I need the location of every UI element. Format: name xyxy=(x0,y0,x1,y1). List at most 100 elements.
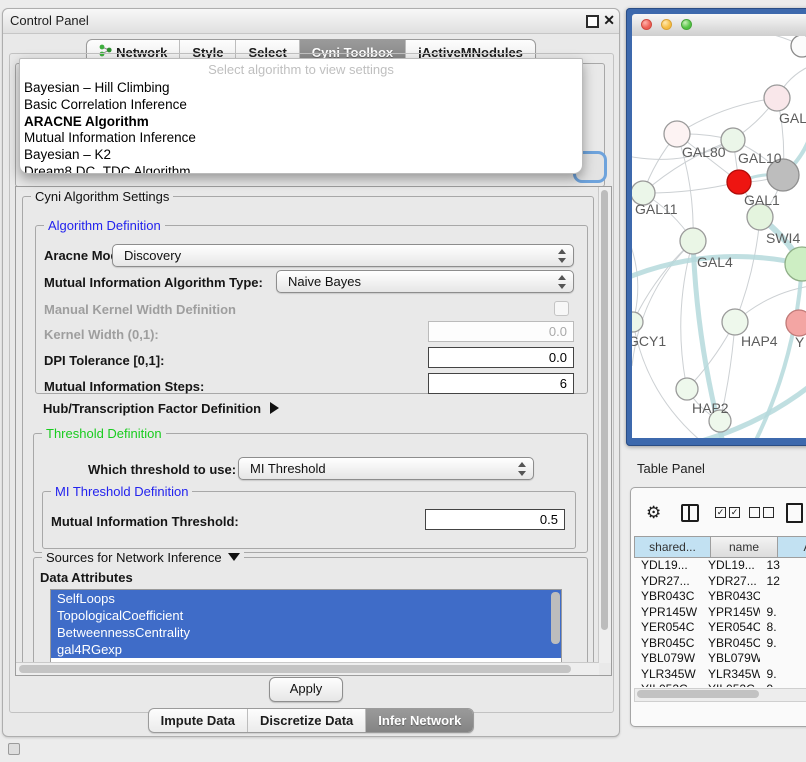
network-node-Y[interactable] xyxy=(786,310,806,336)
table-cell: YER054C xyxy=(701,620,759,636)
mi-type-label: Mutual Information Algorithm Type: xyxy=(44,275,263,290)
control-panel-titlebar[interactable]: Control Panel ✕ xyxy=(3,9,619,34)
algorithm-definition-group: Algorithm Definition Aracne Mode: Discov… xyxy=(35,225,588,394)
table-row[interactable]: YBR045CYBR045C9. xyxy=(634,636,806,652)
table-body: YDL19...YDL19...13YDR27...YDR27...12YBR0… xyxy=(634,558,806,687)
algorithm-option[interactable]: Bayesian – K2 xyxy=(20,147,582,164)
network-node-GCY1[interactable] xyxy=(632,312,643,332)
table-cell: 9 xyxy=(760,682,806,687)
algorithm-option[interactable]: ARACNE Algorithm xyxy=(20,114,582,131)
attribute-item-selected[interactable]: SelfLoops xyxy=(51,590,561,607)
node-label-HAP2: HAP2 xyxy=(692,400,729,416)
node-label-GAL4: GAL4 xyxy=(697,254,733,270)
algorithm-option[interactable]: Mutual Information Inference xyxy=(20,130,582,147)
tab-infer-network[interactable]: Infer Network xyxy=(365,709,473,732)
close-icon[interactable]: ✕ xyxy=(603,12,615,28)
network-node-HAP2[interactable] xyxy=(676,378,698,400)
network-node-bigg[interactable] xyxy=(785,247,806,281)
attribute-item-selected[interactable]: gal4RGexp xyxy=(51,641,561,658)
unchecked-columns-icon[interactable] xyxy=(749,507,774,518)
control-panel-window: Control Panel ✕ NetworkStyleSelectCyni T… xyxy=(2,8,620,737)
mi-type-value: Naive Bayes xyxy=(288,274,361,289)
control-panel-title: Control Panel xyxy=(10,13,89,28)
kernel-width-label: Kernel Width (0,1): xyxy=(44,327,159,342)
network-node-n_top[interactable] xyxy=(791,36,806,57)
tab-discretize-data[interactable]: Discretize Data xyxy=(247,709,365,732)
scrollbar-thumb[interactable] xyxy=(637,690,759,698)
node-label-GAL: GAL xyxy=(779,110,806,126)
attribute-item-selected[interactable]: BetweennessCentrality xyxy=(51,624,561,641)
dpi-tolerance-field[interactable]: 0.0 xyxy=(428,347,574,368)
column-header-A[interactable]: A xyxy=(778,536,806,558)
sources-group-title[interactable]: Sources for Network Inference xyxy=(42,550,244,565)
network-edge[interactable] xyxy=(632,236,638,322)
mi-steps-field[interactable]: 6 xyxy=(428,373,574,394)
hub-definition-expander[interactable]: Hub/Transcription Factor Definition xyxy=(43,401,279,416)
sources-title-label: Sources for Network Inference xyxy=(46,550,222,565)
algorithm-option[interactable]: Dream8 DC_TDC Algorithm xyxy=(20,164,582,174)
table-cell: YBL079W xyxy=(634,651,701,667)
mi-threshold-field[interactable]: 0.5 xyxy=(425,509,565,530)
settings-vertical-scrollbar[interactable] xyxy=(598,187,611,663)
data-attributes-list[interactable]: SelfLoopsTopologicalCoefficientBetweenne… xyxy=(50,589,562,664)
mac-zoom-icon[interactable] xyxy=(681,19,692,30)
table-cell: YBR043C xyxy=(701,589,759,605)
table-cell: 9. xyxy=(760,667,806,683)
table-horizontal-scrollbar[interactable] xyxy=(634,688,806,702)
manual-kernel-checkbox[interactable] xyxy=(554,301,569,316)
document-icon[interactable] xyxy=(786,503,803,523)
table-panel-window: ⚙ ✓✓ shared...nameA YDL19...YDL19...13YD… xyxy=(630,487,806,727)
node-label-HAP4: HAP4 xyxy=(741,333,778,349)
table-row[interactable]: YDL19...YDL19...13 xyxy=(634,558,806,574)
kernel-width-field: 0.0 xyxy=(428,321,574,342)
table-row[interactable]: YER054CYER054C8. xyxy=(634,620,806,636)
mac-minimize-icon[interactable] xyxy=(661,19,672,30)
table-row[interactable]: YBL079WYBL079W xyxy=(634,651,806,667)
apply-button[interactable]: Apply xyxy=(269,677,343,702)
algorithm-option[interactable]: Basic Correlation Inference xyxy=(20,97,582,114)
algorithm-option[interactable]: Bayesian – Hill Climbing xyxy=(20,80,582,97)
mac-close-icon[interactable] xyxy=(641,19,652,30)
gear-icon[interactable]: ⚙ xyxy=(646,504,661,521)
network-node-GAL4[interactable] xyxy=(680,228,706,254)
sources-group: Sources for Network Inference Data Attri… xyxy=(33,557,588,676)
column-header-name[interactable]: name xyxy=(711,536,778,558)
table-cell xyxy=(760,589,806,605)
bottom-tabbar: Impute Data Discretize DataInfer Network xyxy=(3,708,619,733)
settings-scroll-viewport: Cyni Algorithm Settings Algorithm Defini… xyxy=(15,186,612,676)
attribute-item-selected[interactable]: TopologicalCoefficient xyxy=(51,607,561,624)
table-cell: YPR145W xyxy=(634,605,701,621)
network-canvas[interactable]: GALGAL80GAL10GAL1GAL11SWI4GAL4GCY1HAP4YH… xyxy=(632,36,806,438)
column-header-shared...[interactable]: shared... xyxy=(634,536,711,558)
settings-horizontal-scrollbar[interactable] xyxy=(16,662,599,676)
split-columns-icon[interactable] xyxy=(681,504,699,522)
collapse-arrow-icon xyxy=(228,553,240,561)
list-scrollbar-thumb[interactable] xyxy=(551,592,560,644)
which-threshold-combobox[interactable]: MI Threshold xyxy=(238,457,534,480)
scrollbar-thumb[interactable] xyxy=(19,665,571,673)
mi-type-combobox[interactable]: Naive Bayes xyxy=(276,270,574,293)
table-cell: YBR045C xyxy=(634,636,701,652)
table-row[interactable]: YDR27...YDR27...12 xyxy=(634,574,806,590)
table-row[interactable]: YBR043CYBR043C xyxy=(634,589,806,605)
table-cell: YPR145W xyxy=(701,605,759,621)
table-row[interactable]: YIL052CYIL052C9 xyxy=(634,682,806,687)
stepper-arrows-icon xyxy=(558,249,566,263)
tab-label: Impute Data xyxy=(161,713,235,728)
tab-impute-data[interactable]: Impute Data xyxy=(149,709,247,732)
table-row[interactable]: YPR145WYPR145W9. xyxy=(634,605,806,621)
scrollbar-thumb[interactable] xyxy=(601,190,608,630)
float-window-icon[interactable] xyxy=(586,15,599,28)
network-window-titlebar[interactable] xyxy=(632,14,806,37)
dock-panel-icon[interactable] xyxy=(8,743,20,755)
aracne-mode-combobox[interactable]: Discovery xyxy=(112,244,574,267)
table-cell: YDL19... xyxy=(634,558,701,574)
network-node-GAL[interactable] xyxy=(764,85,790,111)
network-edge[interactable] xyxy=(752,264,802,438)
table-row[interactable]: YLR345WYLR345W9. xyxy=(634,667,806,683)
network-graph: GALGAL80GAL10GAL1GAL11SWI4GAL4GCY1HAP4YH… xyxy=(632,36,806,438)
network-node-HAP4[interactable] xyxy=(722,309,748,335)
network-node-GAL1[interactable] xyxy=(727,170,751,194)
checked-columns-icon[interactable]: ✓✓ xyxy=(715,507,740,518)
aracne-mode-value: Discovery xyxy=(124,248,181,263)
